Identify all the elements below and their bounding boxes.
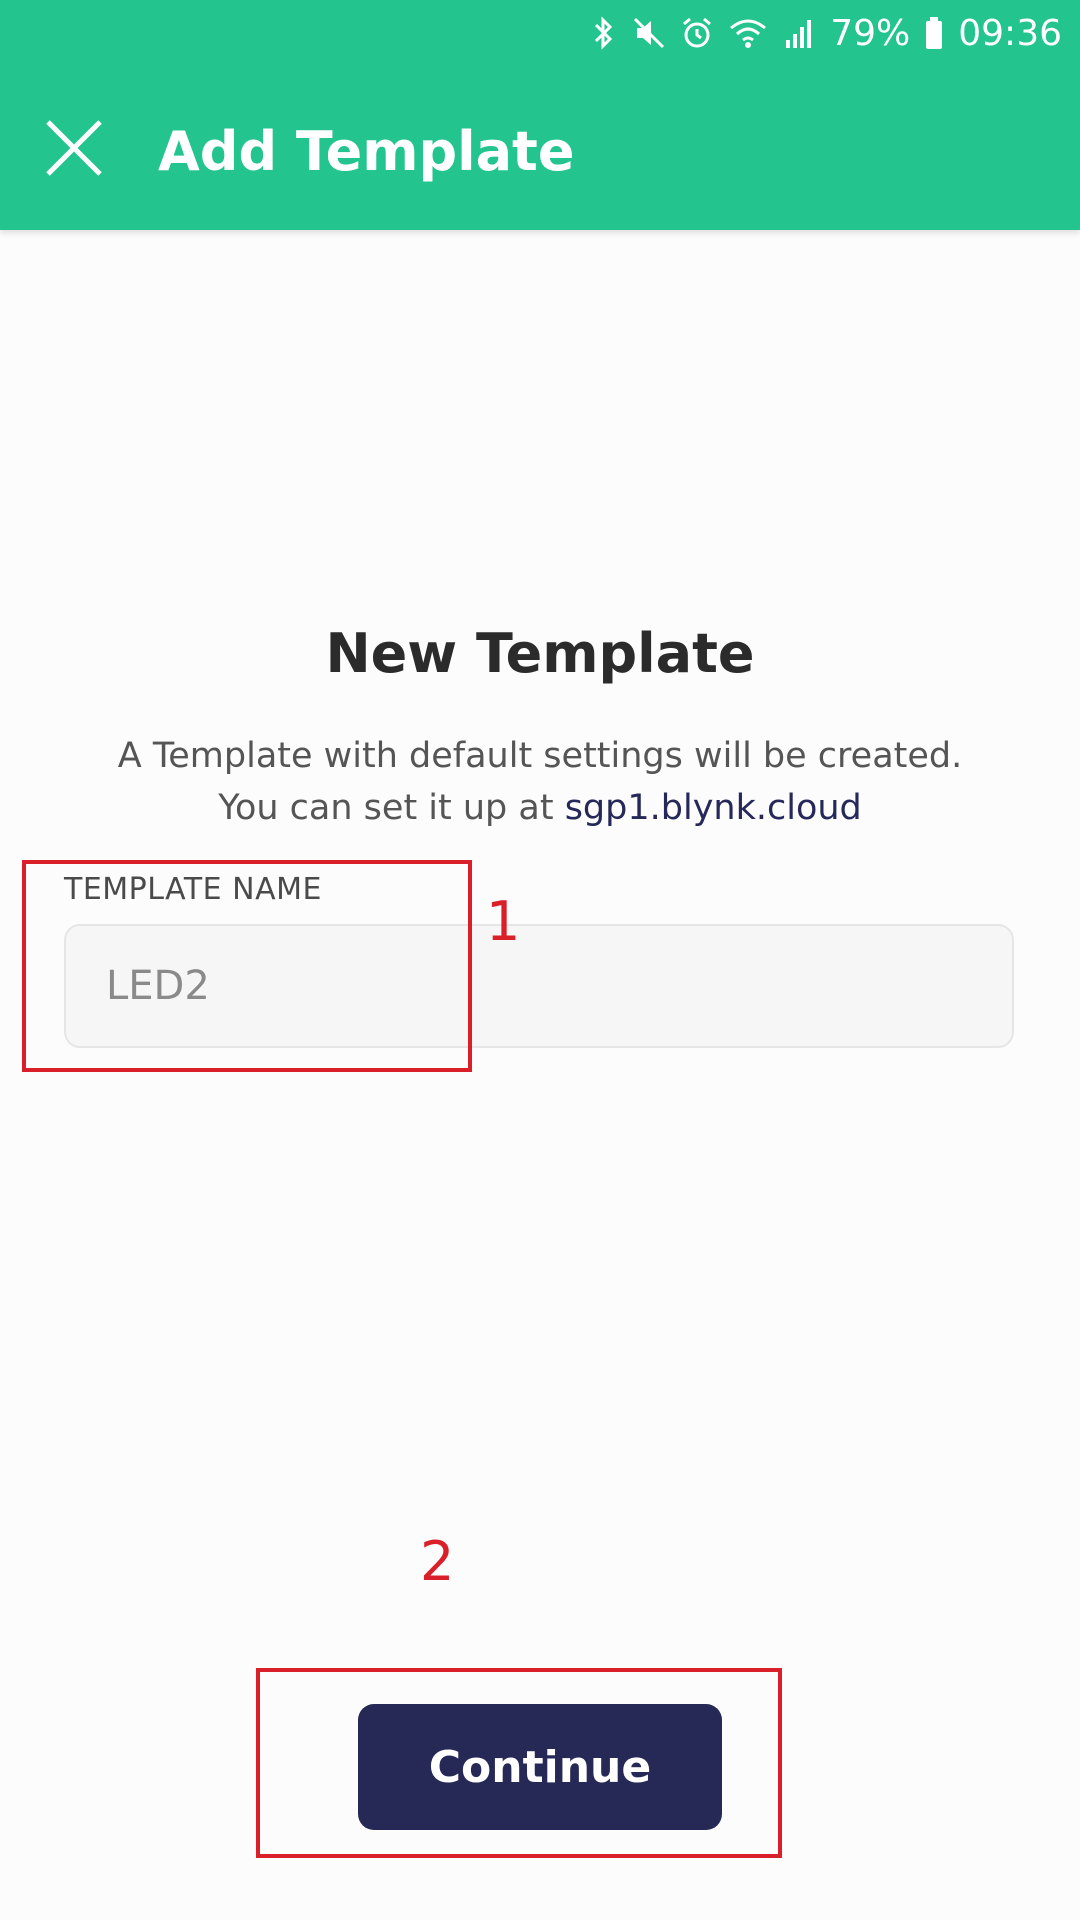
close-icon	[46, 120, 102, 176]
annotation-box-1	[22, 860, 472, 1072]
description-line-1: A Template with default settings will be…	[117, 736, 963, 776]
page-heading: New Template	[325, 622, 755, 685]
continue-button[interactable]: Continue	[358, 1704, 722, 1830]
clock: 09:36	[958, 12, 1062, 54]
annotation-label-1: 1	[486, 890, 521, 953]
description: A Template with default settings will be…	[0, 730, 1080, 834]
alarm-icon	[680, 16, 714, 50]
blynk-cloud-link[interactable]: sgp1.blynk.cloud	[565, 788, 862, 828]
close-button[interactable]	[40, 114, 108, 182]
battery-percent: 79%	[830, 12, 911, 54]
annotation-label-2: 2	[420, 1530, 455, 1593]
description-line-2: You can set it up at sgp1.blynk.cloud	[0, 782, 1080, 834]
description-line-2-prefix: You can set it up at	[218, 788, 565, 828]
battery-icon	[924, 16, 944, 50]
bluetooth-icon	[590, 15, 618, 51]
mute-icon	[632, 16, 666, 50]
status-bar: 79% 09:36	[590, 8, 1062, 58]
app-bar: 79% 09:36 Add Template	[0, 0, 1080, 230]
wifi-icon	[728, 16, 768, 50]
app-bar-title: Add Template	[158, 120, 575, 183]
signal-icon	[782, 16, 816, 50]
